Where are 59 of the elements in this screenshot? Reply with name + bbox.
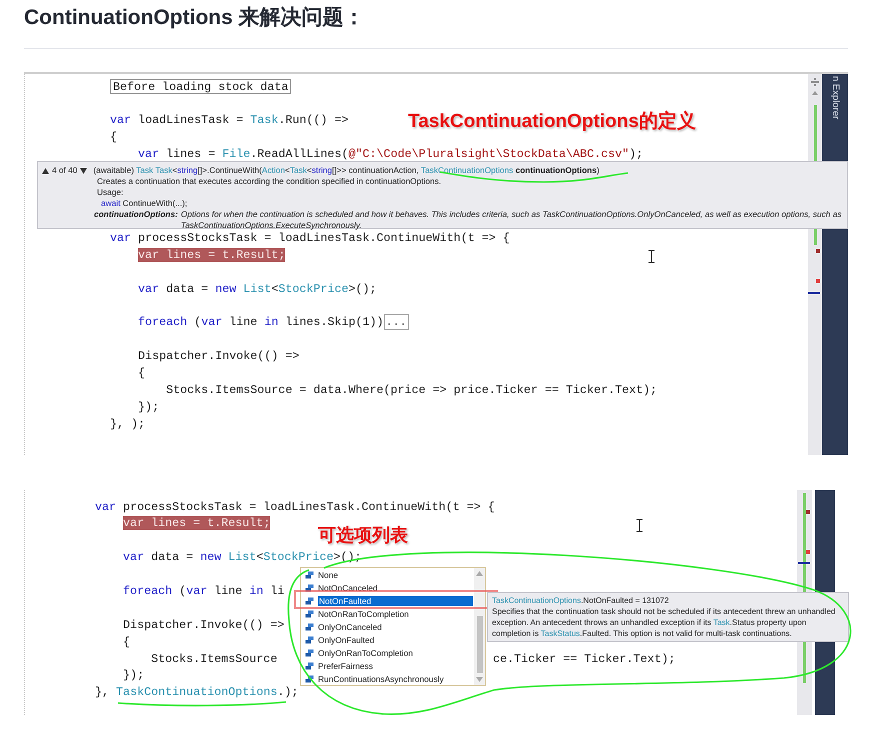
- overload-counter: 4 of 40: [52, 165, 78, 176]
- code-line: foreach (var line in lines.Skip(1)) ...: [138, 314, 409, 332]
- code-line: {: [110, 128, 118, 146]
- code-line: {: [138, 365, 146, 382]
- completion-item[interactable]: NotOnRanToCompletion: [302, 608, 473, 620]
- list-scrollbar[interactable]: [474, 568, 485, 684]
- code-line: }, );: [110, 416, 146, 433]
- enum-member-icon: [305, 623, 314, 631]
- text-cursor-icon: [648, 250, 655, 263]
- scroll-up-icon[interactable]: [476, 570, 483, 576]
- scroll-up-icon[interactable]: [811, 90, 819, 96]
- down-arrow-icon[interactable]: [80, 168, 88, 174]
- code-line: Dispatcher.Invoke(() =>: [138, 348, 300, 366]
- usage-example: await ContinueWith(...);: [100, 198, 188, 209]
- enum-member-icon: [305, 636, 314, 644]
- scroll-down-icon[interactable]: [476, 676, 483, 682]
- annotation-text: TaskContinuationOptions的定义: [408, 110, 696, 134]
- enum-member-icon: [305, 649, 314, 657]
- method-signature: (awaitable) Task Task<string[]>.ContinueWith(Action<Task<string[]>> continuationAction, TaskContinuationOptions continuationOptions): [93, 165, 600, 176]
- annotation-text: 可选项列表: [318, 524, 408, 547]
- enum-member-icon: [305, 571, 314, 579]
- code-line: });: [138, 398, 160, 416]
- code-line: Stocks.ItemsSource = data.Where(price => price.Ticker == Ticker.Text);: [166, 382, 658, 399]
- collapsed-region: Before loading stock data: [110, 79, 292, 94]
- code-line: });: [123, 667, 144, 684]
- enum-member-icon: [305, 584, 314, 592]
- member-title: TaskContinuationOptions.NotOnFaulted = 131072: [492, 595, 670, 606]
- code-line: var data = new List<StockPrice>();: [138, 280, 377, 298]
- enum-member-icon: [305, 597, 314, 605]
- usage-label: Usage:: [97, 187, 124, 198]
- code-line: foreach (var line in li: [123, 582, 284, 600]
- up-arrow-icon[interactable]: [42, 168, 49, 174]
- code-line: {: [123, 634, 130, 651]
- enum-member-icon: [305, 662, 314, 670]
- enum-member-icon: [305, 610, 314, 618]
- completion-item[interactable]: NotOnCanceled: [302, 582, 473, 594]
- completion-item[interactable]: RunContinuationsAsynchronously: [302, 672, 473, 686]
- code-line: var lines = File.ReadAllLines(@"C:\Code\Pluralsight\StockData\ABC.csv");: [138, 146, 644, 162]
- code-line: Dispatcher.Invoke(() =>: [123, 616, 284, 634]
- member-description: Specifies that the continuation task should not be scheduled if its antecedent threw an unhandled exception. An antecedent throws an unhandled exception if its Task.Status property upon completion is TaskStatus.Faulted. This option is not valid for multi-task continuations.: [492, 606, 836, 639]
- completion-item[interactable]: PreferFairness: [302, 660, 473, 672]
- side-tab[interactable]: n Explorer: [822, 74, 841, 120]
- parameter-description: Options for when the continuation is scheduled and how it behaves. This includes criteria, such as TaskContinuationOptions.OnlyOnCanceled, as well as execution options, such as TaskContinuationOptions.ExecuteSynchronously.: [180, 209, 842, 231]
- completion-item[interactable]: None: [302, 568, 473, 582]
- method-summary: Creates a continuation that executes according the condition specified in continuationOptions.: [97, 176, 442, 187]
- code-line-fragment: ce.Ticker == Ticker.Text);: [493, 650, 676, 668]
- parameter-name: continuationOptions:: [94, 209, 178, 221]
- completion-item[interactable]: OnlyOnCanceled: [302, 620, 473, 634]
- completion-item[interactable]: OnlyOnFaulted: [302, 634, 473, 646]
- code-line: }, TaskContinuationOptions.);: [95, 684, 298, 702]
- completion-item[interactable]: OnlyOnRanToCompletion: [302, 646, 473, 660]
- splitter-icon[interactable]: [810, 77, 820, 87]
- code-line: var loadLinesTask = Task.Run(() =>: [110, 112, 348, 129]
- text-cursor-icon: [636, 519, 643, 532]
- code-line: var processStocksTask = loadLinesTask.ContinueWith(t => {: [95, 498, 495, 516]
- article-heading: ContinuationOptions 来解决问题：: [24, 5, 366, 31]
- code-line: var processStocksTask = loadLinesTask.ContinueWith(t => {: [110, 230, 510, 247]
- enum-member-icon: [305, 675, 314, 683]
- code-line: Stocks.ItemsSource: [151, 650, 278, 668]
